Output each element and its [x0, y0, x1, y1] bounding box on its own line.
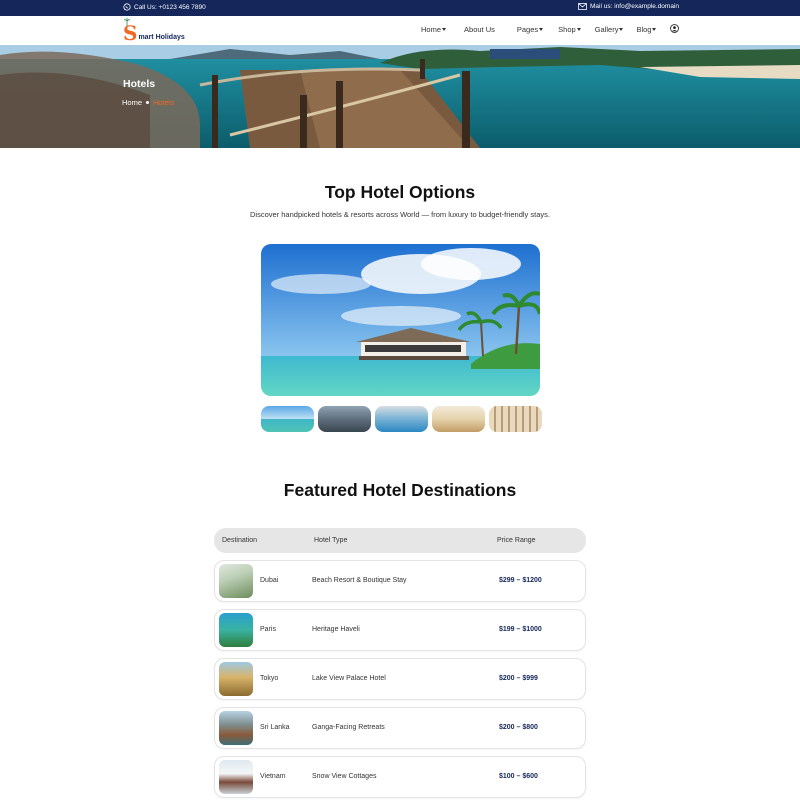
thumbnail-resort[interactable] [261, 406, 314, 432]
destination-name: Vietnam [260, 773, 286, 780]
thumbnail-pool[interactable] [375, 406, 428, 432]
hero-banner: Hotels Home Hotels [0, 45, 800, 148]
table-row[interactable]: Tokyo Lake View Palace Hotel $200 – $999 [214, 658, 586, 700]
section-title-top-hotels: Top Hotel Options [324, 182, 476, 202]
featured-hotel-image [261, 244, 540, 396]
destination-image [219, 760, 253, 794]
breadcrumb-home[interactable]: Home [122, 98, 142, 107]
chevron-down-icon [539, 28, 544, 31]
chevron-down-icon [442, 28, 447, 31]
brand-logo[interactable]: S mart Holidays [123, 18, 185, 45]
destination-name: Sri Lanka [260, 724, 290, 731]
hotel-type: Snow View Cottages [312, 773, 377, 780]
nav-label-pages: Pages [516, 25, 539, 34]
nav-label-about: About Us [464, 25, 495, 34]
price-range: $199 – $1000 [499, 626, 542, 633]
nav-label-home: Home [421, 25, 442, 34]
chevron-down-icon [619, 28, 624, 31]
nav-label-gallery: Gallery [594, 25, 619, 34]
breadcrumb-separator [146, 101, 150, 104]
nav-item-shop[interactable]: Shop [558, 25, 581, 34]
main-navbar: S mart Holidays Home About Us Pages Shop… [0, 16, 800, 45]
section-title-featured: Featured Hotel Destinations [283, 480, 517, 500]
header-price-range: Price Range [497, 537, 536, 544]
page-title: Hotels [123, 78, 156, 90]
section-subtitle: Discover handpicked hotels & resorts acr… [250, 210, 550, 219]
mail-text: Mail us: info@example.domain [590, 3, 679, 10]
destination-name: Tokyo [260, 675, 279, 682]
price-range: $100 – $600 [499, 773, 538, 780]
chevron-down-icon [576, 28, 581, 31]
table-row[interactable]: Sri Lanka Ganga-Facing Retreats $200 – $… [214, 707, 586, 749]
chevron-down-icon [652, 28, 657, 31]
nav-item-pages[interactable]: Pages [516, 25, 544, 34]
destination-image [219, 662, 253, 696]
nav-item-home[interactable]: Home [421, 25, 447, 34]
hotel-type: Ganga-Facing Retreats [312, 724, 385, 731]
user-account-icon[interactable] [670, 24, 679, 33]
breadcrumb-current: Hotels [153, 98, 175, 107]
hotel-type: Lake View Palace Hotel [312, 675, 386, 682]
call-info[interactable]: Call Us: +0123 456 7890 [123, 3, 206, 11]
thumbnail-room[interactable] [432, 406, 485, 432]
destination-name: Paris [260, 626, 276, 633]
thumbnail-city-hotel[interactable] [318, 406, 371, 432]
price-range: $299 – $1200 [499, 577, 542, 584]
destination-name: Dubai [260, 577, 279, 584]
hotel-type: Heritage Haveli [312, 626, 360, 633]
destination-image [219, 564, 253, 598]
call-text: Call Us: +0123 456 7890 [134, 3, 206, 11]
breadcrumb: Home Hotels [122, 98, 174, 107]
header-destination: Destination [222, 537, 258, 544]
table-row[interactable]: Paris Heritage Haveli $199 – $1000 [214, 609, 586, 651]
top-contact-bar: Call Us: +0123 456 7890 Mail us: info@ex… [0, 0, 800, 16]
nav-label-blog: Blog [636, 25, 652, 34]
destination-image [219, 613, 253, 647]
destination-image [219, 711, 253, 745]
mail-info[interactable]: Mail us: info@example.domain [578, 3, 679, 10]
logo-text: mart Holidays [138, 34, 185, 41]
nav-item-blog[interactable]: Blog [636, 25, 657, 34]
header-hotel-type: Hotel Type [314, 537, 348, 544]
hotel-type: Beach Resort & Boutique Stay [312, 577, 407, 584]
nav-label-shop: Shop [558, 25, 576, 34]
whatsapp-icon [123, 3, 131, 11]
table-row[interactable]: Dubai Beach Resort & Boutique Stay $299 … [214, 560, 586, 602]
nav-item-gallery[interactable]: Gallery [595, 25, 624, 34]
logo-letter: S [123, 21, 138, 45]
nav-item-about[interactable]: About Us [464, 25, 495, 34]
envelope-icon [578, 3, 587, 10]
hero-boardwalk-image [0, 45, 800, 148]
table-header: Destination Hotel Type Price Range [214, 528, 586, 553]
price-range: $200 – $999 [499, 675, 538, 682]
nav-menu: Home About Us Pages Shop Gallery Blog [421, 25, 657, 34]
price-range: $200 – $800 [499, 724, 538, 731]
palm-logo-icon [124, 18, 130, 26]
thumbnail-building[interactable] [489, 406, 542, 432]
image-thumbnails [261, 406, 542, 432]
table-row[interactable]: Vietnam Snow View Cottages $100 – $600 [214, 756, 586, 798]
